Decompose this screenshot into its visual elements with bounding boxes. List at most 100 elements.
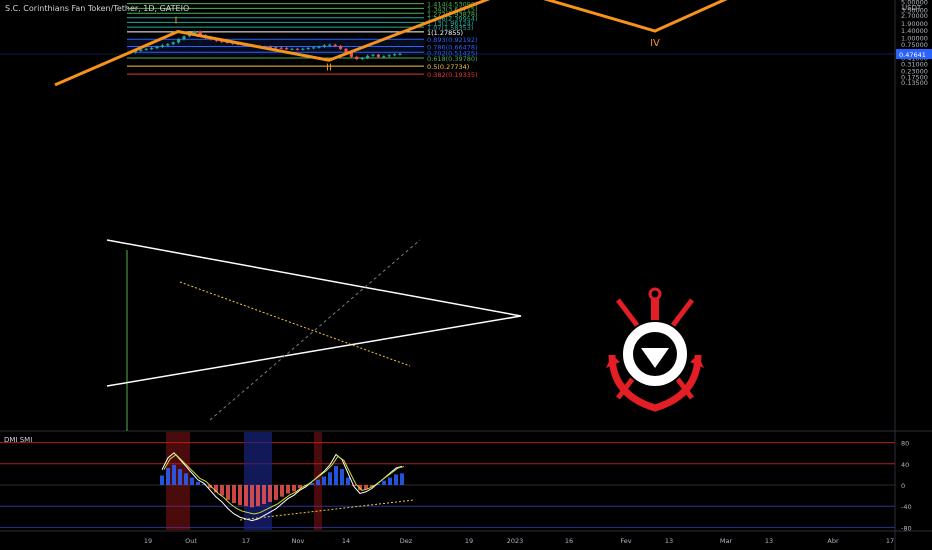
candle-body [360,57,364,60]
indicator-histogram-bar [262,485,266,505]
team-logo [606,287,704,412]
indicator-title: DMI SMI [4,436,33,444]
candle-body [166,44,170,46]
candle-body [150,48,154,50]
indicator-histogram-bar [286,485,290,494]
indicator-histogram-bar [292,485,296,492]
indicator-histogram-bar [328,472,332,485]
indicator-histogram-bar [394,474,398,485]
indicator-tick: 0 [901,482,905,490]
indicator-histogram-bar [388,477,392,485]
logo-anchor-ring [648,287,662,301]
indicator-histogram-bar [322,476,326,485]
guide-line-dotted [179,281,411,367]
time-tick: 17 [886,537,894,545]
candle-body [290,48,294,50]
indicator-tick: 40 [901,461,909,469]
candle-body [328,44,332,46]
time-tick: Mar [720,537,733,545]
fib-level-label: 0.618(0.39780) [427,55,478,63]
candle-body [312,47,316,49]
chart-canvas[interactable]: 2(27.15847)1.786(14.12188)1.702(10.92473… [0,0,932,550]
time-tick: Fev [620,537,631,545]
indicator-histogram-bar [400,473,404,485]
wave-label: II [326,62,332,73]
time-tick: 19 [144,537,152,545]
indicator-histogram-bar [232,485,236,504]
guide-line-dashed [209,239,421,421]
indicator-histogram-bar [274,485,278,500]
indicator-histogram-bar [340,469,344,485]
indicator-tick: 80 [901,440,909,448]
time-tick: Abr [827,537,839,545]
wave-label: I [175,16,178,27]
time-tick: 2023 [507,537,524,545]
time-tick: Nov [292,537,305,545]
fib-level-label: 0.382(0.19335) [427,71,478,79]
triangle-pattern [106,239,522,387]
indicator-histogram-bar [334,465,338,485]
time-tick: 17 [242,537,250,545]
candle-body [182,36,186,40]
candle-body [144,48,148,50]
indicator-histogram-bar [160,475,164,485]
price-tick: 2.70000 [901,12,928,20]
indicator-histogram-bar [190,477,194,485]
price-label: 0.47641 [899,51,926,59]
indicator-highlight [244,432,272,530]
indicator-histogram-bar [220,485,224,496]
candle-body [382,56,386,58]
candle-body [366,55,370,58]
candle-body [387,55,391,57]
candle-body [322,45,326,47]
logo-anchor-shank [651,298,659,322]
candle-body [371,54,375,56]
candle-body [317,46,321,48]
candle-body [295,48,299,50]
price-tick: 0.13500 [901,79,928,87]
candle-body [398,53,402,55]
candle-body [177,39,181,43]
candle-body [171,42,175,45]
indicator-histogram-bar [268,485,272,502]
indicator-histogram-bar [196,481,200,485]
indicator-histogram-bar [382,480,386,485]
indicator-histogram-bar [178,469,182,485]
wave-label: IV [650,38,660,49]
candle-body [339,46,343,49]
candle-body [285,48,289,50]
candle-body [274,47,278,49]
candle-body [333,44,337,47]
candle-body [160,45,164,47]
candle-body [301,48,305,50]
symbol-title: S.C. Corinthians Fan Token/Tether, 1D, G… [5,4,190,13]
indicator-tick: -40 [901,503,912,511]
candle-body [355,56,359,60]
indicator-histogram-bar [256,485,260,507]
fib-level-label: 0.5(0.27734) [427,63,469,71]
time-tick: Dez [400,537,413,545]
currency-label: USDT [902,4,922,12]
indicator-histogram-bar [172,464,176,485]
indicator-histogram-bar [280,485,284,497]
candle-body [279,47,283,49]
indicator-histogram-bar [166,468,170,485]
time-tick: 19 [465,537,473,545]
candle-body [393,54,397,56]
indicator-histogram-bar [250,485,254,508]
indicator-tick: -80 [901,524,912,532]
indicator-histogram-bar [226,485,230,500]
indicator-histogram-bar [316,479,320,485]
candle-body [376,54,380,57]
time-tick: 13 [665,537,673,545]
candle-body [306,48,310,50]
time-tick: 14 [342,537,350,545]
indicator-histogram-bar [238,485,242,506]
indicator-histogram-bar [244,485,248,507]
indicator-histogram-bar [184,473,188,485]
candle-body [155,46,159,49]
time-tick: 16 [565,537,573,545]
time-tick: 13 [765,537,773,545]
time-tick: Out [185,537,197,545]
indicator-histogram-bar [346,477,350,485]
